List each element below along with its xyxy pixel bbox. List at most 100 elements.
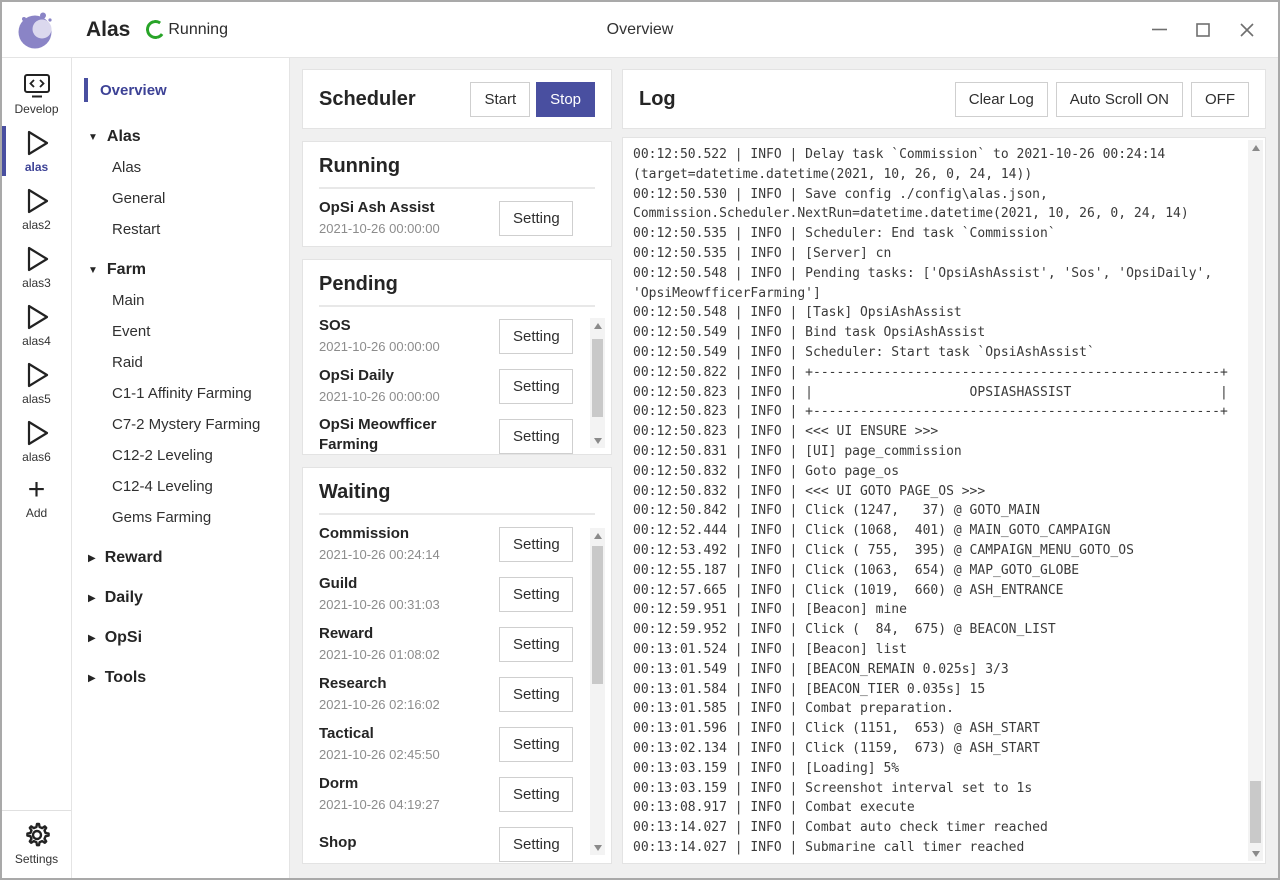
log-line: 00:13:01.596 | INFO | Click (1151, 653) … (633, 719, 1241, 739)
sidebar-item-raid[interactable]: Raid (72, 347, 289, 378)
nav-instance-alas[interactable]: alas (2, 122, 71, 180)
log-scrollbar[interactable] (1248, 140, 1263, 861)
sidebar-item-gems-farming[interactable]: Gems Farming (72, 502, 289, 533)
task-next-run-time: 2021-10-26 00:31:03 (319, 596, 499, 614)
sidebar-item-c1-1-affinity-farming[interactable]: C1-1 Affinity Farming (72, 378, 289, 409)
sidebar-group-reward[interactable]: ▶Reward (72, 539, 289, 573)
sidebar-item-restart[interactable]: Restart (72, 214, 289, 245)
auto-scroll-off-button[interactable]: OFF (1191, 82, 1249, 117)
scroll-up-arrow-icon[interactable] (590, 318, 605, 333)
sidebar-group-opsi[interactable]: ▶OpSi (72, 619, 289, 653)
setting-button-opsi-ash-assist[interactable]: Setting (499, 201, 573, 236)
setting-button-opsi-daily[interactable]: Setting (499, 369, 573, 404)
scrollbar-thumb[interactable] (592, 546, 603, 684)
pending-title: Pending (319, 273, 595, 307)
plus-icon: + (28, 477, 46, 503)
setting-button-research[interactable]: Setting (499, 677, 573, 712)
task-next-run-time: 2021-10-26 00:00:00 (319, 388, 499, 406)
auto-scroll-on-button[interactable]: Auto Scroll ON (1056, 82, 1183, 117)
log-line: 00:12:52.444 | INFO | Click (1068, 401) … (633, 521, 1241, 541)
setting-button-guild[interactable]: Setting (499, 577, 573, 612)
log-line: 00:12:59.952 | INFO | Click ( 84, 675) @… (633, 620, 1241, 640)
scrollbar-thumb[interactable] (1250, 781, 1261, 843)
nav-instance-alas3[interactable]: alas3 (2, 238, 71, 296)
nav-settings-button[interactable]: Settings (2, 810, 71, 878)
nav-instance-alas6[interactable]: alas6 (2, 412, 71, 470)
scheduler-title: Scheduler (319, 88, 470, 111)
task-row-opsi-meowfficer-farming: OpSi Meowfficer FarmingSetting (319, 414, 573, 455)
scrollbar-thumb[interactable] (592, 339, 603, 417)
log-line: 00:12:50.823 | INFO | <<< UI ENSURE >>> (633, 422, 1241, 442)
log-line: 00:12:50.842 | INFO | Click (1247, 37) @… (633, 501, 1241, 521)
log-output[interactable]: 00:12:50.522 | INFO | Delay task `Commis… (622, 137, 1266, 864)
scroll-down-arrow-icon[interactable] (590, 433, 605, 448)
sidebar-group-farm[interactable]: ▼Farm (72, 251, 289, 285)
task-row-shop: ShopSetting (319, 822, 573, 864)
waiting-list: Commission2021-10-26 00:24:14SettingGuil… (319, 522, 595, 864)
setting-button-opsi-meowfficer-farming[interactable]: Setting (499, 419, 573, 454)
scroll-down-arrow-icon[interactable] (590, 840, 605, 855)
task-name: Dorm (319, 774, 499, 794)
setting-button-sos[interactable]: Setting (499, 319, 573, 354)
window-controls (1142, 13, 1264, 47)
scheduler-column: Scheduler Start Stop Running OpSi Ash As… (302, 69, 612, 864)
pending-list: SOS2021-10-26 00:00:00SettingOpSi Daily2… (319, 314, 595, 455)
running-title: Running (319, 155, 595, 189)
sidebar-item-overview[interactable]: Overview (72, 76, 289, 104)
nav-add-button[interactable]: + Add (2, 470, 71, 526)
sidebar-item-general[interactable]: General (72, 183, 289, 214)
log-line: 00:12:50.822 | INFO | +-----------------… (633, 363, 1241, 383)
scroll-up-arrow-icon[interactable] (1248, 140, 1263, 155)
nav-add-label: Add (26, 506, 47, 520)
stop-button[interactable]: Stop (536, 82, 595, 117)
task-next-run-time: 2021-10-26 00:24:14 (319, 546, 499, 564)
close-icon (1240, 23, 1254, 37)
start-button[interactable]: Start (470, 82, 530, 117)
play-icon (22, 419, 52, 447)
sidebar-group-alas[interactable]: ▼Alas (72, 118, 289, 152)
sidebar-item-event[interactable]: Event (72, 316, 289, 347)
nav-instance-alas4[interactable]: alas4 (2, 296, 71, 354)
nav-instance-alas2[interactable]: alas2 (2, 180, 71, 238)
log-line: 00:13:14.027 | INFO | Combat auto check … (633, 818, 1241, 838)
log-line: 00:13:01.585 | INFO | Combat preparation… (633, 699, 1241, 719)
sidebar-group-tools[interactable]: ▶Tools (72, 659, 289, 693)
app-logo-icon (16, 9, 58, 51)
sidebar-group-daily[interactable]: ▶Daily (72, 579, 289, 613)
log-line: 00:12:50.522 | INFO | Delay task `Commis… (633, 145, 1241, 165)
scroll-up-arrow-icon[interactable] (590, 528, 605, 543)
setting-button-tactical[interactable]: Setting (499, 727, 573, 762)
sidebar-group-label: Daily (105, 589, 143, 607)
nav-develop[interactable]: Develop (2, 66, 71, 122)
sidebar-item-c12-4-leveling[interactable]: C12-4 Leveling (72, 471, 289, 502)
play-icon (22, 245, 52, 273)
setting-button-reward[interactable]: Setting (499, 627, 573, 662)
log-line: 00:12:50.823 | INFO | | OPSIASHASSIST | (633, 383, 1241, 403)
sidebar-item-alas[interactable]: Alas (72, 152, 289, 183)
maximize-button[interactable] (1186, 13, 1220, 47)
clear-log-button[interactable]: Clear Log (955, 82, 1048, 117)
setting-button-shop[interactable]: Setting (499, 827, 573, 862)
waiting-title: Waiting (319, 481, 595, 515)
log-line: 00:12:50.549 | INFO | Scheduler: Start t… (633, 343, 1241, 363)
task-row-commission: Commission2021-10-26 00:24:14Setting (319, 522, 573, 566)
setting-button-commission[interactable]: Setting (499, 527, 573, 562)
log-column: Log Clear Log Auto Scroll ON OFF 00:12:5… (622, 69, 1266, 864)
task-info: Research2021-10-26 02:16:02 (319, 674, 499, 714)
waiting-scrollbar[interactable] (590, 528, 605, 855)
sidebar-item-main[interactable]: Main (72, 285, 289, 316)
sidebar-overview-label: Overview (100, 82, 167, 99)
task-next-run-time: 2021-10-26 02:16:02 (319, 696, 499, 714)
sidebar-item-c7-2-mystery-farming[interactable]: C7-2 Mystery Farming (72, 409, 289, 440)
minimize-button[interactable] (1142, 13, 1176, 47)
pending-scrollbar[interactable] (590, 318, 605, 448)
nav-instance-alas5[interactable]: alas5 (2, 354, 71, 412)
play-icon (22, 187, 52, 215)
close-button[interactable] (1230, 13, 1264, 47)
log-line: 00:12:50.823 | INFO | +-----------------… (633, 402, 1241, 422)
log-line: 00:13:08.917 | INFO | Combat execute (633, 798, 1241, 818)
sidebar-item-c12-2-leveling[interactable]: C12-2 Leveling (72, 440, 289, 471)
setting-button-dorm[interactable]: Setting (499, 777, 573, 812)
nav-instance-label: alas6 (22, 450, 51, 464)
scroll-down-arrow-icon[interactable] (1248, 846, 1263, 861)
